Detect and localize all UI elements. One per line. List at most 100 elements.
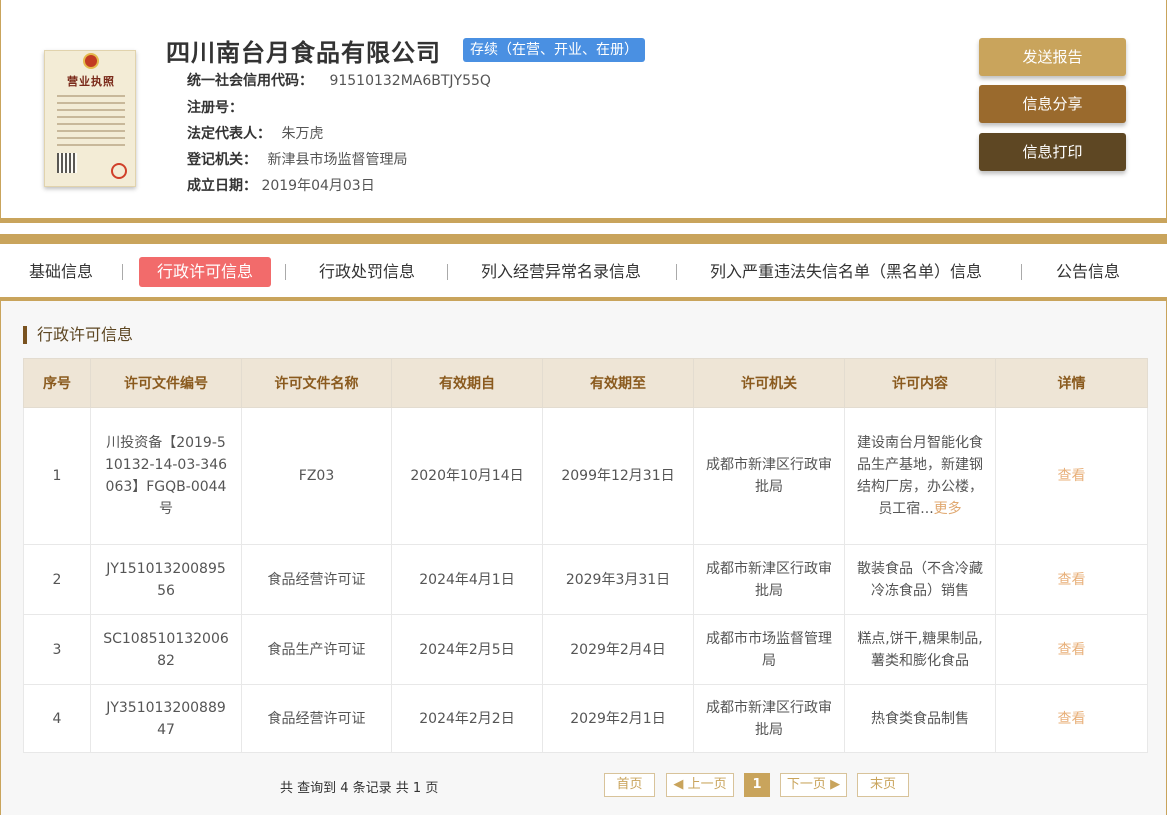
valid-from: 2024年2月5日 — [391, 614, 543, 685]
company-name: 四川南台月食品有限公司 — [166, 39, 441, 67]
column-header: 有效期至 — [542, 358, 694, 408]
tab-separator — [285, 264, 286, 280]
view-detail-link[interactable]: 查看 — [1058, 711, 1086, 727]
established-date-value: 2019年04月03日 — [261, 178, 375, 194]
license-table: 序号 许可文件编号 许可文件名称 有效期自 有效期至 许可机关 许可内容 详情 … — [23, 358, 1148, 753]
chevron-right-icon: ▶︎ — [825, 777, 841, 792]
established-date-label: 成立日期： — [187, 178, 257, 194]
license-content: 散装食品（不含冷藏冷冻食品）销售 — [844, 544, 996, 615]
detail-cell: 查看 — [995, 407, 1148, 545]
chevron-left-icon: ◀︎ — [673, 777, 688, 792]
tab-separator — [1021, 264, 1022, 280]
license-content-cell: 建设南台月智能化食品生产基地，新建钢结构厂房，办公楼，员工宿...更多 — [844, 407, 996, 545]
license-text-lines — [57, 95, 125, 151]
detail-cell: 查看 — [995, 614, 1148, 685]
tab-basic-info[interactable]: 基础信息 — [29, 257, 93, 287]
column-header: 序号 — [23, 358, 91, 408]
license-doc-number: SC10851013200682 — [90, 614, 242, 685]
tabs-top-border — [0, 234, 1167, 244]
detail-cell: 查看 — [995, 684, 1148, 753]
section-title: 行政许可信息 — [23, 326, 133, 344]
table-header-row: 序号 许可文件编号 许可文件名称 有效期自 有效期至 许可机关 许可内容 详情 — [23, 358, 1148, 408]
registration-authority-row: 登记机关： 新津县市场监督管理局 — [187, 149, 407, 169]
valid-from: 2020年10月14日 — [391, 407, 543, 545]
license-doc-number: JY35101320088947 — [90, 684, 242, 753]
license-doc-name: 食品经营许可证 — [241, 684, 392, 753]
registration-authority-label: 登记机关： — [187, 152, 257, 168]
table-row: 4 JY35101320088947 食品经营许可证 2024年2月2日 202… — [23, 684, 1148, 753]
license-authority: 成都市新津区行政审批局 — [693, 544, 845, 615]
detail-cell: 查看 — [995, 544, 1148, 615]
print-info-button[interactable]: 信息打印 — [979, 133, 1126, 171]
row-number: 4 — [23, 684, 91, 753]
license-doc-name: FZ03 — [241, 407, 392, 545]
send-report-button[interactable]: 发送报告 — [979, 38, 1126, 76]
legal-rep-value: 朱万虎 — [281, 126, 324, 142]
valid-to: 2099年12月31日 — [542, 407, 694, 545]
valid-to: 2029年2月4日 — [542, 614, 694, 685]
official-stamp-icon — [111, 163, 127, 179]
table-row: 3 SC10851013200682 食品生产许可证 2024年2月5日 202… — [23, 614, 1148, 685]
reg-no-label: 注册号： — [187, 100, 243, 116]
column-header: 许可机关 — [693, 358, 845, 408]
license-doc-name: 食品生产许可证 — [241, 614, 392, 685]
table-row: 1 川投资备【2019-510132-14-03-346063】FGQB-004… — [23, 407, 1148, 545]
column-header: 有效期自 — [391, 358, 543, 408]
national-emblem-icon — [83, 53, 99, 69]
view-detail-link[interactable]: 查看 — [1058, 572, 1086, 588]
tab-announcements[interactable]: 公告信息 — [1056, 257, 1120, 287]
tab-admin-license[interactable]: 行政许可信息 — [139, 257, 272, 287]
license-title: 营业执照 — [67, 75, 115, 88]
row-number: 1 — [23, 407, 91, 545]
license-authority: 成都市新津区行政审批局 — [693, 407, 845, 545]
column-header: 许可内容 — [844, 358, 996, 408]
license-doc-number: JY15101320089556 — [90, 544, 242, 615]
qr-code-icon — [57, 153, 77, 173]
tab-separator — [447, 264, 448, 280]
license-doc-number: 川投资备【2019-510132-14-03-346063】FGQB-0044号 — [90, 407, 242, 545]
license-info-panel: 行政许可信息 序号 许可文件编号 许可文件名称 有效期自 有效期至 许可机关 许… — [0, 301, 1167, 815]
view-detail-link[interactable]: 查看 — [1058, 468, 1086, 484]
valid-to: 2029年2月1日 — [542, 684, 694, 753]
tab-separator — [122, 264, 123, 280]
credit-code-value: 91510132MA6BTJY55Q — [329, 73, 491, 89]
current-page-button[interactable]: 1 — [744, 773, 770, 797]
first-page-button[interactable]: 首页 — [604, 773, 655, 797]
tab-bar: 基础信息 行政许可信息 行政处罚信息 列入经营异常名录信息 列入严重违法失信名单… — [0, 244, 1167, 297]
pagination-summary: 共 查询到 4 条记录 共 1 页 — [280, 781, 439, 796]
license-authority: 成都市市场监督管理局 — [693, 614, 845, 685]
legal-rep-label: 法定代表人： — [187, 126, 271, 142]
column-header: 许可文件名称 — [241, 358, 392, 408]
tab-abnormal-operation[interactable]: 列入经营异常名录信息 — [481, 257, 641, 287]
license-content: 糕点,饼干,糖果制品,薯类和膨化食品 — [844, 614, 996, 685]
more-link[interactable]: 更多 — [934, 501, 962, 517]
license-authority: 成都市新津区行政审批局 — [693, 684, 845, 753]
status-badge: 存续（在营、开业、在册） — [463, 38, 645, 62]
next-page-button[interactable]: 下一页 ▶︎ — [780, 773, 847, 797]
credit-code-label: 统一社会信用代码： — [187, 73, 313, 89]
prev-page-button[interactable]: ◀︎ 上一页 — [666, 773, 734, 797]
next-page-label: 下一页 — [786, 777, 826, 792]
license-doc-name: 食品经营许可证 — [241, 544, 392, 615]
view-detail-link[interactable]: 查看 — [1058, 642, 1086, 658]
legal-rep-row: 法定代表人： 朱万虎 — [187, 123, 323, 143]
header-divider — [0, 218, 1167, 223]
license-content: 热食类食品制售 — [844, 684, 996, 753]
row-number: 2 — [23, 544, 91, 615]
valid-from: 2024年4月1日 — [391, 544, 543, 615]
registration-authority-value: 新津县市场监督管理局 — [267, 152, 408, 168]
credit-code-row: 统一社会信用代码： 91510132MA6BTJY55Q — [187, 70, 491, 90]
tab-blacklist[interactable]: 列入严重违法失信名单（黑名单）信息 — [710, 257, 982, 287]
company-header: 营业执照 四川南台月食品有限公司 存续（在营、开业、在册） 统一社会信用代码： … — [0, 0, 1167, 222]
last-page-button[interactable]: 末页 — [857, 773, 909, 797]
valid-to: 2029年3月31日 — [542, 544, 694, 615]
reg-no-row: 注册号： — [187, 97, 243, 117]
row-number: 3 — [23, 614, 91, 685]
established-date-row: 成立日期： 2019年04月03日 — [187, 175, 375, 195]
tab-admin-penalty[interactable]: 行政处罚信息 — [319, 257, 415, 287]
column-header: 详情 — [995, 358, 1148, 408]
license-content: 建设南台月智能化食品生产基地，新建钢结构厂房，办公楼，员工宿... — [857, 435, 983, 517]
share-info-button[interactable]: 信息分享 — [979, 85, 1126, 123]
valid-from: 2024年2月2日 — [391, 684, 543, 753]
business-license-image[interactable]: 营业执照 — [44, 50, 136, 187]
